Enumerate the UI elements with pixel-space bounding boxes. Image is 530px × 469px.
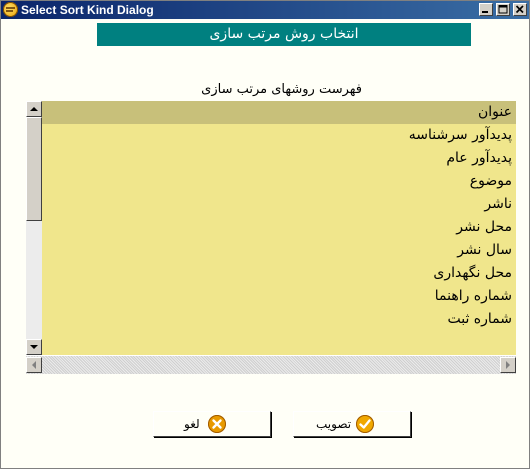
horizontal-scrollbar[interactable] [26,355,516,374]
vertical-scrollbar[interactable] [26,101,42,355]
list-item[interactable]: شماره ثبت [42,308,516,331]
maximize-icon [498,5,508,14]
cancel-x-icon [208,415,226,433]
arrow-right-icon [506,361,510,369]
list-item[interactable]: محل نشر [42,216,516,239]
scroll-left-button[interactable] [26,357,42,373]
list-item[interactable]: پدیدآور عام [42,147,516,170]
list-item[interactable]: پدیدآور سرشناسه [42,124,516,147]
cancel-button[interactable]: لغو [153,411,271,437]
list-item[interactable]: محل نگهداری [42,262,516,285]
maximize-button[interactable] [496,3,510,16]
arrow-up-icon [30,107,38,111]
minimize-icon [482,11,488,13]
list-item[interactable]: شماره راهنما [42,285,516,308]
window-title: Select Sort Kind Dialog [21,3,154,17]
list-item[interactable]: عنوان [42,101,516,124]
checkmark-icon [356,415,374,433]
cancel-button-label: لغو [184,417,200,431]
dialog-header-banner: انتخاب روش مرتب سازی [97,23,471,46]
arrow-left-icon [32,361,36,369]
list-caption: فهرست روشهای مرتب سازی [201,82,362,97]
list-item[interactable]: سال نشر [42,239,516,262]
sort-kind-items: عنوان پدیدآور سرشناسه پدیدآور عام موضوع … [42,101,516,355]
ok-button-label: تصویب [316,417,352,431]
scroll-up-button[interactable] [26,101,42,117]
minimize-button[interactable] [479,3,493,16]
title-bar[interactable]: Select Sort Kind Dialog [1,1,529,19]
ok-button[interactable]: تصویب [293,411,411,437]
list-item[interactable]: ناشر [42,193,516,216]
arrow-down-icon [30,345,38,349]
sort-kind-dialog: Select Sort Kind Dialog انتخاب روش مرتب … [0,0,530,469]
scroll-thumb[interactable] [26,117,42,221]
scroll-right-button[interactable] [500,357,516,373]
scroll-down-button[interactable] [26,339,42,355]
close-icon [515,5,524,14]
close-button[interactable] [513,3,527,16]
list-item[interactable]: موضوع [42,170,516,193]
sort-kind-listbox[interactable]: عنوان پدیدآور سرشناسه پدیدآور عام موضوع … [26,101,516,355]
app-emblem-icon[interactable] [3,2,18,17]
